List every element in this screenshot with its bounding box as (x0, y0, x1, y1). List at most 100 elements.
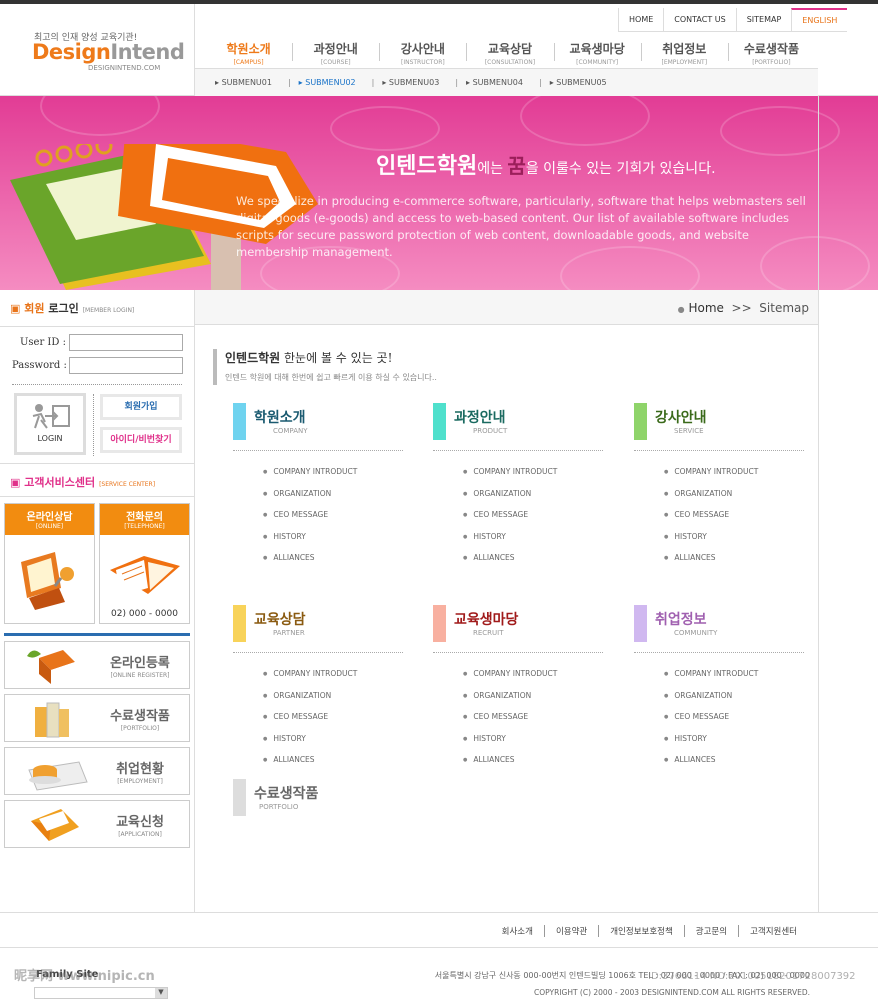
utility-menu: HOME CONTACT US SITEMAP ENGLISH (618, 8, 848, 32)
password-input[interactable] (69, 357, 183, 374)
content-subtitle: 인텐드 학원에 대해 한번에 쉽고 빠르게 이용 하실 수 있습니다.. (225, 373, 437, 382)
chevron-down-icon: ▼ (155, 988, 167, 998)
breadcrumb-home[interactable]: Home (688, 301, 723, 315)
footer-link-support[interactable]: 고객지원센터 (738, 925, 808, 937)
sitemap-link[interactable]: ALLIANCES (664, 755, 758, 777)
sitemap-link[interactable]: HISTORY (263, 532, 357, 554)
sitemap-link[interactable]: ALLIANCES (463, 553, 557, 575)
find-id-password-button[interactable]: 아이디/비번찾기 (100, 427, 182, 453)
sitemap-link[interactable]: COMPANY INTRODUCT (664, 467, 758, 489)
sitemap-link[interactable]: ORGANIZATION (463, 489, 557, 511)
nav-employment[interactable]: 취업정보 [EMPLOYMENT] (640, 40, 728, 66)
phone-number: 02) 000 - 0000 (111, 609, 178, 619)
main-nav: 학원소개 [CAMPUS] 과정안내 [COURSE] 강사안내 [INSTRUCTO… (205, 40, 815, 66)
sitemap-link[interactable]: CEO MESSAGE (664, 510, 758, 532)
submenu-item[interactable]: ▸ SUBMENU01 (215, 78, 280, 87)
sitemap-link[interactable]: HISTORY (664, 532, 758, 554)
sitemap-link[interactable]: CEO MESSAGE (463, 712, 557, 734)
sitemap-link[interactable]: ORGANIZATION (664, 489, 758, 511)
sitemap-link[interactable]: COMPANY INTRODUCT (463, 467, 557, 489)
sitemap-link[interactable]: ALLIANCES (463, 755, 557, 777)
category-title[interactable]: 강사안내 (655, 407, 707, 427)
site-logo[interactable]: DesignIntend (32, 40, 185, 64)
open-book-icon (110, 556, 180, 596)
sitemap-link[interactable]: CEO MESSAGE (463, 510, 557, 532)
sitemap-link[interactable]: HISTORY (463, 734, 557, 756)
quick-employment[interactable]: 취업현황 [EMPLOYMENT] (4, 747, 190, 795)
nav-portfolio[interactable]: 수료생작품 [PORTFOLIO] (727, 40, 815, 66)
sitemap-link[interactable]: ALLIANCES (263, 755, 357, 777)
sitemap-link[interactable]: ORGANIZATION (463, 691, 557, 713)
telephone-box[interactable]: 전화문의 [TELEPHONE] 02) 000 - 0000 (99, 503, 190, 624)
sitemap-link[interactable]: ORGANIZATION (664, 691, 758, 713)
password-label: Password : (12, 360, 67, 371)
watermark: 昵享网 www.nipic.cn (14, 969, 155, 984)
sitemap-link[interactable]: ORGANIZATION (263, 489, 357, 511)
quick-online-register[interactable]: 온라인등록 [ONLINE REGISTER] (4, 641, 190, 689)
sitemap-link[interactable]: COMPANY INTRODUCT (263, 467, 357, 489)
login-button[interactable]: LOGIN (14, 393, 86, 455)
sitemap-link[interactable]: CEO MESSAGE (664, 712, 758, 734)
online-consult-box[interactable]: 온라인상담 [ONLINE] (4, 503, 95, 624)
sitemap-link[interactable]: SITEMAP (735, 8, 792, 31)
banner-description: We specialize in producing e-commerce so… (236, 194, 806, 259)
nav-instructor[interactable]: 강사안내 [INSTRUCTOR] (379, 40, 466, 66)
contact-us-link[interactable]: CONTACT US (663, 8, 735, 31)
english-link[interactable]: ENGLISH (791, 8, 848, 31)
user-id-input[interactable] (69, 334, 183, 351)
nav-course[interactable]: 과정안내 [COURSE] (292, 40, 379, 66)
sitemap-link[interactable]: COMPANY INTRODUCT (463, 669, 557, 691)
sitemap-link[interactable]: ORGANIZATION (263, 691, 357, 713)
sitemap-link[interactable]: HISTORY (463, 532, 557, 554)
left-sidebar: ▣ 회원 로그인 [MEMBER LOGIN] User ID : Passwor… (0, 290, 195, 912)
footer-links: 회사소개 이용약관 개인정보보호정책 광고문의 고객지원센터 (491, 925, 808, 937)
sitemap-link[interactable]: HISTORY (263, 734, 357, 756)
coffee-newspaper-icon (28, 761, 88, 791)
category-title[interactable]: 수료생작품 (254, 783, 318, 803)
submenu-item[interactable]: ▸ SUBMENU04 (466, 78, 531, 87)
footer-link-about[interactable]: 회사소개 (491, 925, 544, 937)
submenu-bar: ▸ SUBMENU01 | ▸ SUBMENU02 | ▸ SUBMENU03 | ▸… (195, 68, 818, 96)
sitemap-link[interactable]: COMPANY INTRODUCT (664, 669, 758, 691)
service-bullet-icon: ▣ (10, 476, 21, 489)
quick-menu-divider (4, 633, 190, 636)
category-title[interactable]: 과정안내 (454, 407, 506, 427)
footer-link-privacy[interactable]: 개인정보보호정책 (598, 925, 684, 937)
category-title[interactable]: 교육상담 (254, 609, 306, 629)
sitemap-link[interactable]: ALLIANCES (263, 553, 357, 575)
nav-campus[interactable]: 학원소개 [CAMPUS] (205, 40, 292, 66)
sitemap-content: 인텐드학원 한눈에 볼 수 있는 곳! 인텐드 학원에 대해 한번에 쉽고 빠르… (195, 325, 818, 912)
mailbox-icon (27, 650, 75, 684)
sitemap-link[interactable]: CEO MESSAGE (263, 510, 357, 532)
category-title[interactable]: 취업정보 (655, 609, 707, 629)
sitemap-link[interactable]: COMPANY INTRODUCT (263, 669, 357, 691)
exit-person-icon (32, 404, 70, 429)
sitemap-link[interactable]: ALLIANCES (664, 553, 758, 575)
sitemap-link[interactable]: HISTORY (664, 734, 758, 756)
submenu-item[interactable]: ▸ SUBMENU03 (382, 78, 447, 87)
envelope-icon (31, 809, 79, 841)
content-title: 인텐드학원 한눈에 볼 수 있는 곳! 인텐드 학원에 대해 한번에 쉽고 빠르… (213, 349, 437, 385)
user-id-label: User ID : (20, 337, 66, 348)
main-banner: 인텐드학원에는 꿈을 이룰수 있는 기회가 있습니다. We specializ… (0, 96, 878, 290)
service-center-title: ▣ 고객서비스센터 [SERVICE CENTER] (10, 476, 156, 489)
books-icon (35, 702, 69, 738)
location-bar: ● Home >> Sitemap (195, 290, 819, 325)
sitemap-link[interactable]: CEO MESSAGE (263, 712, 357, 734)
home-link[interactable]: HOME (618, 8, 663, 31)
family-site-select[interactable]: ▼ (34, 987, 168, 999)
join-button[interactable]: 회원가입 (100, 394, 182, 420)
nav-community[interactable]: 교육생마당 [COMMUNITY] (553, 40, 641, 66)
footer-link-ads[interactable]: 광고문의 (683, 925, 738, 937)
quick-application[interactable]: 교육신청 [APPLICATION] (4, 800, 190, 848)
category-title[interactable]: 교육생마당 (454, 609, 518, 629)
submenu-item[interactable]: ▸ SUBMENU05 (550, 78, 615, 87)
member-login-title: ▣ 회원 로그인 [MEMBER LOGIN] (10, 302, 135, 315)
nav-consultation[interactable]: 교육상담 [CONSULTATION] (466, 40, 553, 66)
category-title[interactable]: 학원소개 (254, 407, 306, 427)
submenu-item-active[interactable]: ▸ SUBMENU02 (299, 78, 364, 87)
breadcrumb: ● Home >> Sitemap (677, 301, 809, 315)
footer-link-terms[interactable]: 이용약관 (543, 925, 598, 937)
quick-portfolio[interactable]: 수료생작품 [PORTFOLIO] (4, 694, 190, 742)
computer-icon (21, 552, 74, 610)
